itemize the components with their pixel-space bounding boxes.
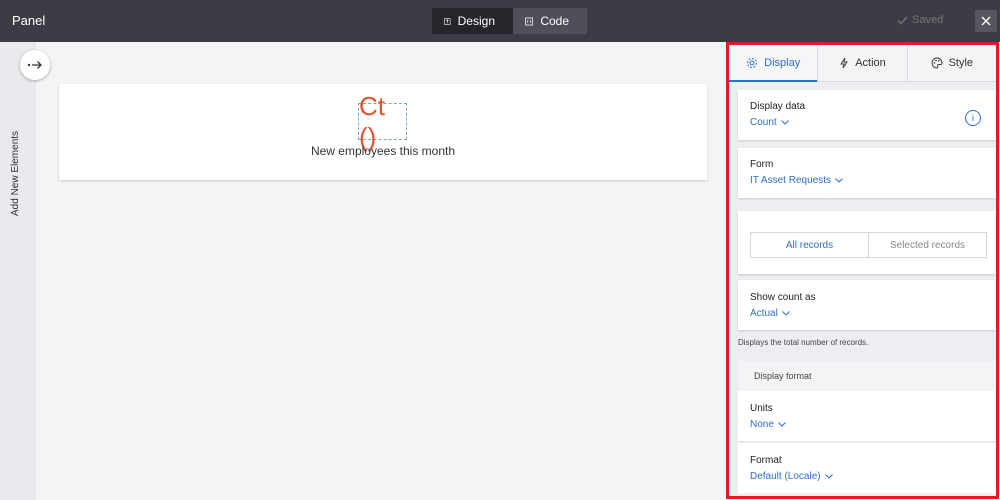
units-label: Units [750,403,773,414]
page-title: Panel [12,13,46,28]
top-bar: Panel Design Code Saved [0,0,1000,42]
code-mode-label: Code [540,14,569,28]
form-label: Form [750,159,774,170]
tab-display[interactable]: Display [729,45,818,82]
tab-action-label: Action [855,57,886,69]
units-section: Units None [738,391,996,442]
close-button[interactable] [975,10,997,32]
units-dropdown[interactable]: None [750,419,786,430]
show-count-value: Actual [750,308,778,319]
show-count-section: Show count as Actual [738,280,996,330]
properties-panel: Display Action Style Display data Count … [726,42,999,499]
gear-icon [747,57,758,68]
design-icon [444,17,451,25]
info-icon[interactable]: i [965,110,981,126]
metric-value[interactable]: Ct () [358,91,407,152]
form-value: IT Asset Requests [750,175,831,186]
display-data-value: Count [750,117,777,128]
display-data-dropdown[interactable]: Count [750,117,789,128]
properties-tabs: Display Action Style [729,45,996,82]
chevron-down-icon [780,120,789,125]
saved-status: Saved [897,14,943,26]
mode-switcher: Design Code [432,8,587,34]
elements-rail: Add New Elements [0,42,36,500]
tab-style[interactable]: Style [906,45,996,82]
arrow-right-icon [27,61,42,69]
records-section: All records Selected records [738,211,996,274]
tab-action[interactable]: Action [817,45,907,82]
palette-icon [931,57,943,69]
code-mode-button[interactable]: Code [513,8,587,34]
chevron-down-icon [835,178,843,183]
close-icon [981,16,991,26]
tab-display-label: Display [764,56,801,69]
design-mode-button[interactable]: Design [432,8,513,34]
format-dropdown[interactable]: Default (Locale) [750,471,833,482]
show-count-help-text: Displays the total number of records. [738,338,869,347]
tab-style-label: Style [948,57,974,69]
form-dropdown[interactable]: IT Asset Requests [750,175,843,186]
code-icon [525,17,534,25]
check-icon [897,16,908,24]
lightning-icon [840,57,849,69]
expand-rail-button[interactable] [20,50,50,80]
metric-caption: New employees this month [310,144,456,158]
chevron-down-icon [778,422,786,427]
format-label: Format [750,455,782,466]
chevron-down-icon [824,474,833,479]
show-count-label: Show count as [750,292,816,303]
show-count-dropdown[interactable]: Actual [750,308,790,319]
add-elements-label[interactable]: Add New Elements [10,131,21,216]
format-value: Default (Locale) [750,471,821,482]
records-toggle: All records Selected records [750,232,987,258]
design-mode-label: Design [457,14,495,28]
display-format-heading: Display format [738,361,996,391]
saved-label: Saved [912,14,944,26]
display-data-label: Display data [750,101,806,112]
selected-records-option[interactable]: Selected records [869,233,986,257]
display-data-section: Display data Count i [738,90,996,140]
form-section: Form IT Asset Requests [738,148,996,198]
format-section: Format Default (Locale) [738,443,996,493]
all-records-option[interactable]: All records [751,233,869,257]
units-value: None [750,419,774,430]
chevron-down-icon [781,311,790,316]
